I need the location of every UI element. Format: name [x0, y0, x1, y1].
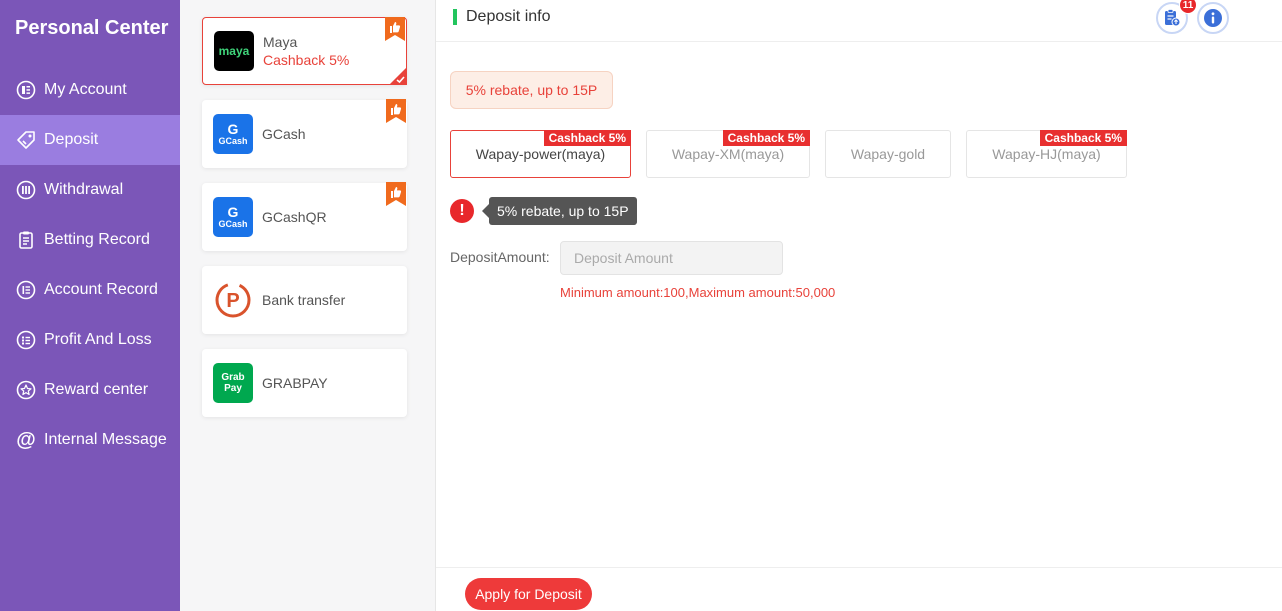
channel-name: GRABPAY [262, 375, 328, 391]
deposit-main: Deposit info 11 5% rebate, up to 15P Wap… [436, 0, 1282, 611]
thumbs-up-icon [385, 17, 405, 41]
cashback-tag: Cashback 5% [543, 130, 631, 146]
svg-text:P: P [226, 290, 239, 312]
sidebar-item-deposit[interactable]: Deposit [0, 115, 180, 165]
clipboard-icon [15, 229, 37, 251]
sidebar-item-label: My Account [44, 81, 127, 98]
deposit-amount-label: DepositAmount: [450, 249, 550, 265]
record-list-icon [15, 279, 37, 301]
method-wapay-gold[interactable]: Wapay-gold [825, 130, 951, 178]
at-sign-icon: @ [16, 428, 36, 451]
sidebar: Personal Center My Account Deposit Withd… [0, 0, 180, 611]
channel-card-gcash[interactable]: G GCash GCash [202, 99, 407, 168]
thumbs-up-icon [386, 99, 406, 123]
profit-loss-icon [15, 329, 37, 351]
method-wapay-hj-maya[interactable]: Wapay-HJ(maya) Cashback 5% [966, 130, 1127, 178]
method-label: Wapay-power(maya) [475, 146, 606, 162]
sidebar-nav: My Account Deposit Withdrawal Betting Re… [0, 65, 180, 465]
method-wapay-power-maya[interactable]: Wapay-power(maya) Cashback 5% [450, 130, 631, 178]
method-label: Wapay-XM(maya) [671, 146, 785, 162]
sidebar-item-internal-message[interactable]: @ Internal Message [0, 415, 180, 465]
gcash-g-icon: G [227, 204, 239, 220]
rebate-tooltip: 5% rebate, up to 15P [482, 197, 637, 225]
method-wapay-xm-maya[interactable]: Wapay-XM(maya) Cashback 5% [646, 130, 810, 178]
sidebar-item-profit-and-loss[interactable]: Profit And Loss [0, 315, 180, 365]
page-title: Deposit info [466, 8, 551, 25]
sidebar-item-my-account[interactable]: My Account [0, 65, 180, 115]
info-button[interactable] [1197, 2, 1229, 34]
apply-deposit-button[interactable]: Apply for Deposit [465, 578, 592, 610]
clipboard-upload-icon [1165, 9, 1181, 27]
channel-card-gcashqr[interactable]: G GCash GCashQR [202, 182, 407, 251]
channel-card-maya[interactable]: maya Maya Cashback 5% [202, 17, 407, 85]
channel-info: Maya Cashback 5% [263, 33, 349, 69]
channel-name: GCashQR [262, 209, 327, 225]
deposit-amount-input[interactable] [560, 241, 783, 275]
notification-badge: 11 [1179, 0, 1197, 14]
sidebar-item-reward-center[interactable]: Reward center [0, 365, 180, 415]
withdrawal-icon [15, 179, 37, 201]
sidebar-title: Personal Center [15, 17, 169, 39]
channel-name: GCash [262, 126, 306, 142]
amount-limits-hint: Minimum amount:100,Maximum amount:50,000 [560, 285, 836, 300]
gcash-logo-text: GCash [218, 136, 248, 146]
grabpay-logo: Grab Pay [213, 363, 253, 403]
header-accent-bar [453, 9, 457, 25]
channel-card-bank-transfer[interactable]: P Bank transfer [202, 266, 407, 334]
payment-channel-list: maya Maya Cashback 5% G GCash GCash G GC… [180, 0, 436, 611]
deposit-footer: Apply for Deposit [436, 567, 1282, 611]
sidebar-item-betting-record[interactable]: Betting Record [0, 215, 180, 265]
sidebar-item-label: Internal Message [44, 431, 167, 448]
warning-icon[interactable]: ! [450, 199, 474, 223]
gcash-logo: G GCash [213, 114, 253, 154]
sidebar-item-label: Account Record [44, 281, 158, 298]
selected-check-icon [389, 67, 407, 85]
gcash-g-icon: G [227, 121, 239, 137]
sidebar-item-label: Reward center [44, 381, 149, 398]
main-header: Deposit info 11 [436, 0, 1282, 42]
sidebar-item-label: Deposit [44, 131, 99, 148]
info-icon [1204, 9, 1222, 27]
sidebar-item-account-record[interactable]: Account Record [0, 265, 180, 315]
sidebar-item-label: Profit And Loss [44, 331, 152, 348]
cashback-tag: Cashback 5% [722, 130, 810, 146]
bank-transfer-p-icon: P [213, 280, 253, 320]
gcash-logo-text: GCash [218, 219, 248, 229]
deposit-tag-icon [15, 129, 37, 151]
rebate-banner: 5% rebate, up to 15P [450, 71, 613, 109]
channel-name: Bank transfer [262, 292, 346, 308]
maya-logo: maya [214, 31, 254, 71]
thumbs-up-icon [386, 182, 406, 206]
method-label: Wapay-HJ(maya) [992, 146, 1101, 162]
deposit-records-button[interactable]: 11 [1156, 0, 1197, 34]
account-icon [15, 79, 37, 101]
channel-card-grabpay[interactable]: Grab Pay GRABPAY [202, 349, 407, 417]
sidebar-item-label: Betting Record [44, 231, 150, 248]
channel-cashback: Cashback 5% [263, 52, 350, 68]
method-label: Wapay-gold [850, 146, 926, 162]
cashback-tag: Cashback 5% [1039, 130, 1127, 146]
sidebar-item-label: Withdrawal [44, 181, 124, 198]
gcash-logo: G GCash [213, 197, 253, 237]
channel-name: Maya [263, 34, 298, 50]
sidebar-item-withdrawal[interactable]: Withdrawal [0, 165, 180, 215]
reward-star-icon [15, 379, 37, 401]
